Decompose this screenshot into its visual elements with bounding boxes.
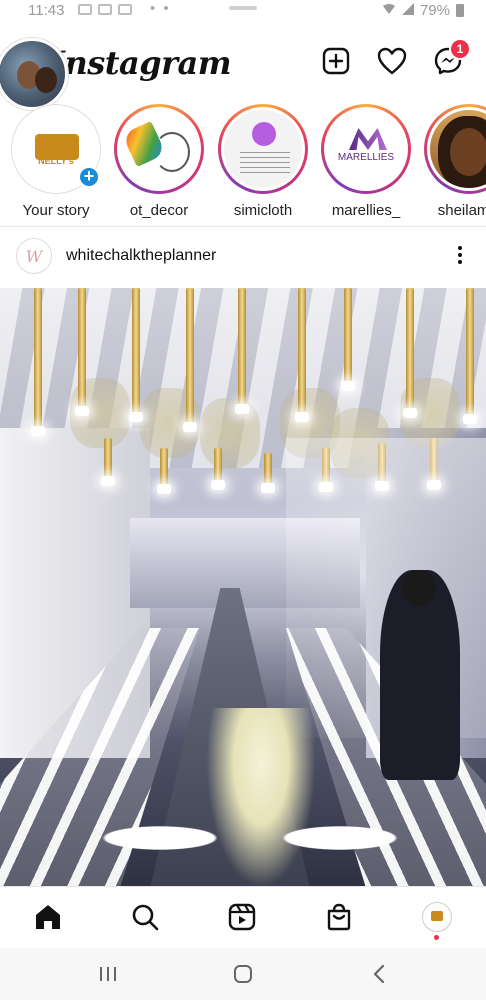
story-avatar xyxy=(120,110,198,188)
story-ring xyxy=(424,104,486,194)
new-post-icon[interactable] xyxy=(321,46,351,76)
story-ring xyxy=(114,104,204,194)
post-image[interactable] xyxy=(0,288,486,886)
story-label: simicloth xyxy=(233,202,293,219)
story-avatar xyxy=(430,110,486,188)
story-avatar: MARELLIES xyxy=(327,110,405,188)
top-bar: Instagram 1 xyxy=(0,24,486,110)
post-header: W whitechalktheplanner xyxy=(0,236,486,280)
instagram-logo[interactable]: Instagram xyxy=(50,44,232,82)
story-ring xyxy=(218,104,308,194)
wifi-icon xyxy=(382,2,396,19)
post-author-avatar[interactable]: W xyxy=(16,238,52,274)
battery-percent: 79% xyxy=(419,2,450,19)
reels-icon[interactable] xyxy=(226,901,258,933)
more-options-icon[interactable] xyxy=(458,246,462,264)
profile-avatar xyxy=(422,902,452,932)
status-right: 79% xyxy=(382,2,464,19)
battery-icon xyxy=(456,4,464,17)
profile-tab[interactable] xyxy=(421,901,453,933)
profile-activity-dot xyxy=(434,935,439,940)
marellies-logo-icon xyxy=(349,128,387,150)
android-home-icon[interactable] xyxy=(228,960,258,988)
avatar-initials: W xyxy=(25,246,43,266)
shop-icon[interactable] xyxy=(323,901,355,933)
story-label: ot_decor xyxy=(129,202,189,219)
marellies-logo-text: MARELLIES xyxy=(337,152,395,163)
story-ot-decor[interactable]: ot_decor xyxy=(111,104,207,219)
status-bar: 11:43 • • 79% xyxy=(0,0,486,24)
home-icon[interactable] xyxy=(32,901,64,933)
post-username[interactable]: whitechalktheplanner xyxy=(66,247,216,265)
stories-tray: NELLY's + Your story ot_decor simicloth … xyxy=(0,102,486,226)
notification-icon xyxy=(118,4,132,15)
story-simicloth[interactable]: simicloth xyxy=(215,104,311,219)
simicloth-logo-icon xyxy=(252,122,276,146)
signal-icon xyxy=(401,2,414,19)
pull-handle xyxy=(229,6,257,10)
notification-icon xyxy=(98,4,112,15)
story-your-story[interactable]: NELLY's + Your story xyxy=(8,104,104,219)
story-marellies[interactable]: MARELLIES marellies_ xyxy=(318,104,414,219)
bottom-nav xyxy=(0,886,486,948)
notification-badge: 1 xyxy=(449,38,471,60)
story-avatar xyxy=(224,110,302,188)
recents-icon[interactable] xyxy=(93,960,123,988)
status-time: 11:43 xyxy=(28,2,65,19)
more-notifications-icon: • • xyxy=(150,0,171,17)
story-label: marellies_ xyxy=(331,202,401,219)
divider xyxy=(0,226,486,227)
search-icon[interactable] xyxy=(129,901,161,933)
heart-icon[interactable] xyxy=(377,46,407,76)
nelly-logo-text: NELLY's xyxy=(38,156,74,166)
back-icon[interactable] xyxy=(364,960,394,988)
story-label: sheilamw xyxy=(437,202,486,219)
status-notification-icons xyxy=(78,4,132,15)
floating-profile-avatar[interactable] xyxy=(0,38,68,110)
add-story-plus-icon[interactable]: + xyxy=(78,166,100,188)
android-nav-bar xyxy=(0,948,486,1000)
story-ring: MARELLIES xyxy=(321,104,411,194)
notification-icon xyxy=(78,4,92,15)
story-label: Your story xyxy=(22,202,90,219)
story-sheilamw[interactable]: sheilamw xyxy=(421,104,486,219)
